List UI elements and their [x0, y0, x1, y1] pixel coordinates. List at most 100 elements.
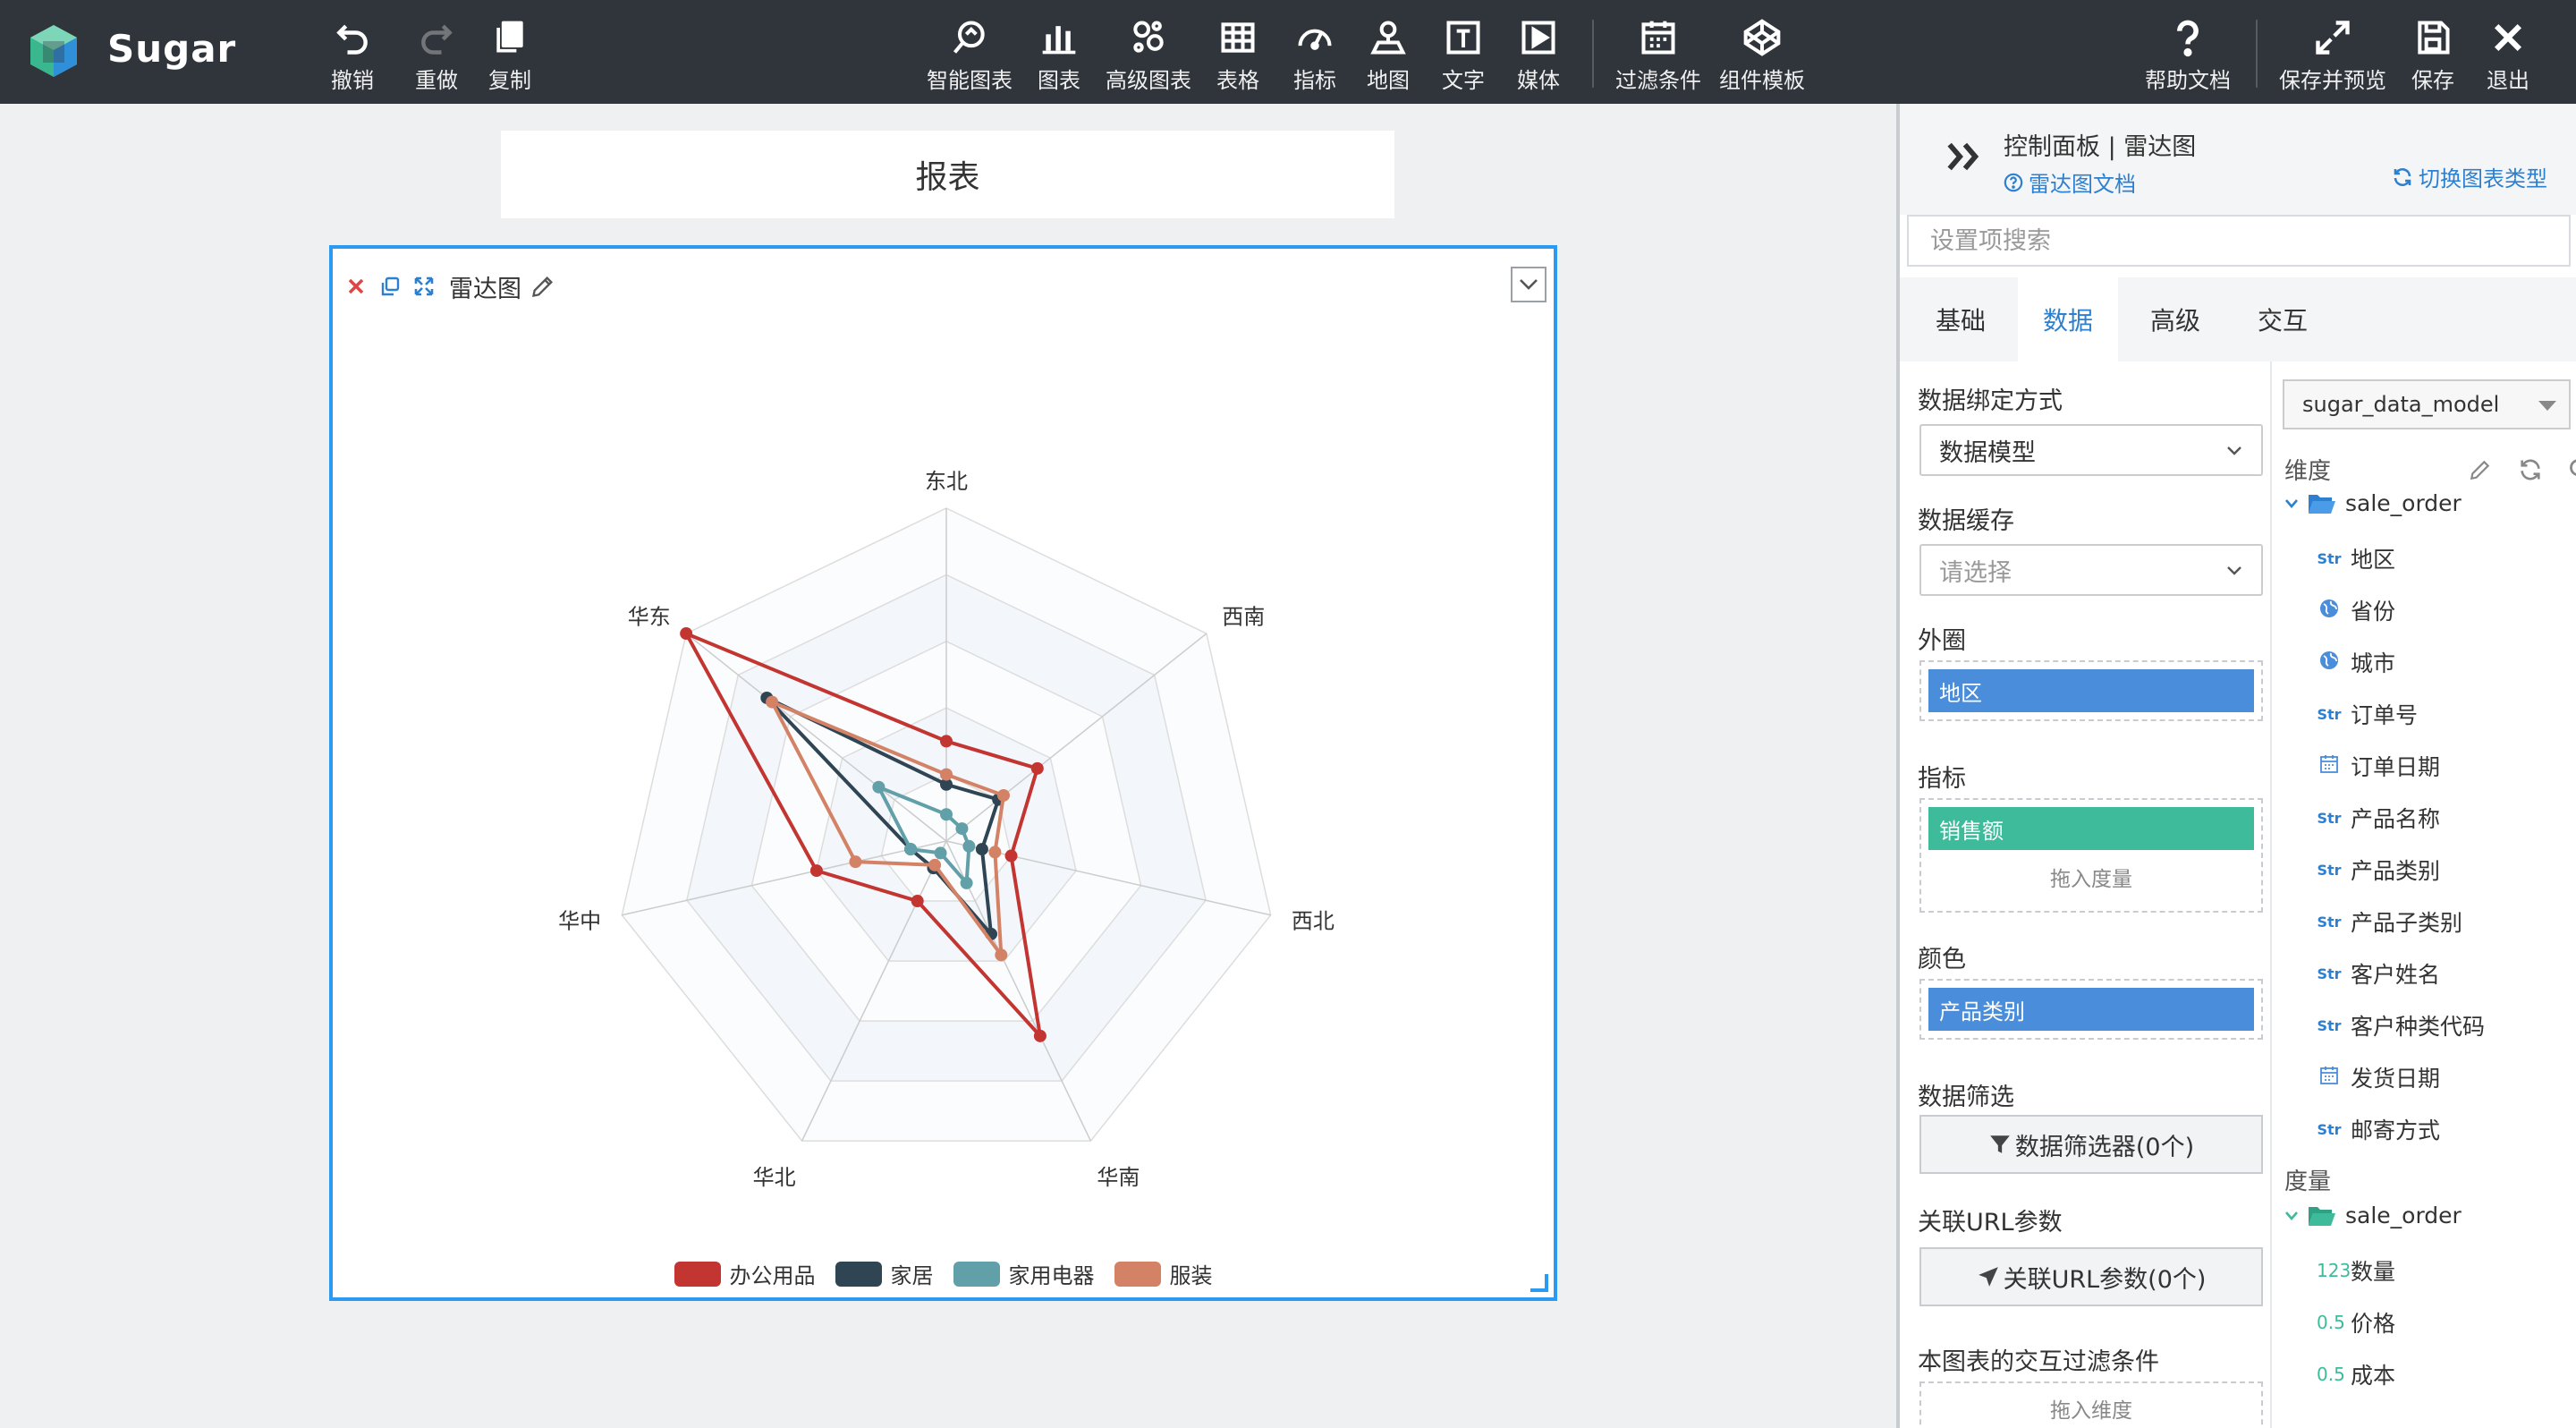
radar-doc-label: 雷达图文档 [2029, 172, 2136, 197]
radar-chart-widget[interactable]: 雷达图 东北 西南 西北 华南 华北 华中 华东 办公用品 家居 家用电器 服装 [329, 245, 1557, 1301]
measure-field[interactable]: 123 数量 [2317, 1254, 2395, 1287]
measure-folder-name: sale_order [2345, 1203, 2462, 1228]
dimension-field-name: 客户种类代码 [2351, 1014, 2486, 1040]
measure-folder[interactable]: sale_order [2284, 1203, 2462, 1228]
switch-chart-type-label: 切换图表类型 [2419, 166, 2547, 191]
advanced-chart-label: 高级图表 [1106, 68, 1191, 93]
smart-chart-label: 智能图表 [927, 68, 1013, 93]
dimension-field-name: 产品类别 [2351, 858, 2441, 884]
tab-data[interactable]: 数据 [2018, 277, 2118, 361]
string-type-icon: Str [2317, 913, 2342, 931]
color-dropzone[interactable]: 产品类别 [1919, 979, 2263, 1040]
text-button[interactable]: 文字 [1442, 18, 1485, 95]
interaction-dropzone[interactable]: 拖入维度 [1919, 1381, 2263, 1428]
search-icon[interactable] [2565, 455, 2576, 485]
collapse-panel-icon[interactable] [1943, 136, 1984, 177]
measure-field-name: 成本 [2351, 1363, 2396, 1389]
radar-data-point [872, 780, 886, 794]
map-button[interactable]: 地图 [1367, 18, 1410, 95]
settings-search-input[interactable] [1907, 215, 2571, 267]
data-filter-label: 数据筛选器(0个) [2014, 1133, 2195, 1161]
switch-chart-type-button[interactable]: 切换图表类型 [2392, 161, 2547, 192]
undo-button[interactable]: 撤销 [331, 18, 374, 95]
dimension-field[interactable]: 城市 [2317, 646, 2395, 678]
undo-icon [336, 24, 368, 55]
color-field-pill[interactable]: 产品类别 [1928, 988, 2254, 1031]
table-button[interactable]: 表格 [1216, 18, 1259, 95]
chart-label: 图表 [1038, 68, 1080, 93]
dimension-field[interactable]: 发货日期 [2317, 1061, 2440, 1093]
dimension-field[interactable]: 订单日期 [2317, 750, 2440, 782]
dimension-field[interactable]: 省份 [2317, 594, 2395, 626]
dimension-field[interactable]: Str 客户姓名 [2317, 957, 2440, 990]
copy-button[interactable]: 复制 [488, 18, 531, 95]
media-button[interactable]: 媒体 [1517, 18, 1560, 95]
dimension-folder[interactable]: sale_order [2284, 490, 2462, 516]
url-params-button[interactable]: 关联URL参数(0个) [1919, 1247, 2263, 1306]
help-doc-button[interactable]: 帮助文档 [2145, 18, 2231, 95]
chart-button[interactable]: 图表 [1038, 18, 1080, 95]
resize-handle[interactable] [1530, 1274, 1548, 1292]
chart-legend: 办公用品 家居 家用电器 服装 [333, 1258, 1554, 1289]
data-filter-button[interactable]: 数据筛选器(0个) [1919, 1115, 2263, 1174]
outer-ring-field-pill[interactable]: 地区 [1928, 669, 2254, 712]
exit-button[interactable]: 退出 [2487, 18, 2529, 95]
component-template-button[interactable]: 组件模板 [1719, 18, 1805, 95]
metric-field-pill[interactable]: 销售额 [1928, 807, 2254, 850]
radar-data-point [1030, 761, 1044, 775]
dimension-field-name: 地区 [2351, 547, 2396, 573]
text-label: 文字 [1442, 68, 1485, 93]
dimension-field[interactable]: Str 邮寄方式 [2317, 1113, 2440, 1145]
dimension-field[interactable]: Str 客户种类代码 [2317, 1009, 2485, 1041]
outer-ring-dropzone[interactable]: 地区 [1919, 660, 2263, 721]
tab-interaction[interactable]: 交互 [2233, 277, 2333, 361]
indicator-button[interactable]: 指标 [1293, 18, 1336, 95]
sugar-logo-icon [30, 25, 77, 77]
data-model-select[interactable]: sugar_data_model [2283, 379, 2571, 429]
redo-button[interactable]: 重做 [415, 18, 458, 95]
panel-title: 控制面板 | 雷达图 [2004, 133, 2197, 161]
legend-item[interactable]: 家居 [835, 1258, 934, 1289]
dimension-field[interactable]: Str 产品子类别 [2317, 905, 2462, 938]
dimension-field[interactable]: Str 产品类别 [2317, 854, 2440, 886]
tab-basic[interactable]: 基础 [1911, 277, 2011, 361]
save-button[interactable]: 保存 [2411, 18, 2454, 95]
globe-icon [2317, 598, 2342, 623]
save-preview-button[interactable]: 保存并预览 [2279, 18, 2386, 95]
data-settings: 数据绑定方式 数据模型 数据缓存 请选择 外圈 地区 指标 销售额 拖入度量 颜… [1907, 361, 2270, 1428]
refresh-icon[interactable] [2515, 455, 2546, 485]
measure-field-name: 数量 [2351, 1259, 2396, 1285]
binding-select[interactable]: 数据模型 [1919, 424, 2263, 476]
edit-icon[interactable] [2465, 455, 2496, 485]
map-pin-icon [1370, 21, 1406, 55]
copy-icon [496, 21, 523, 53]
undo-label: 撤销 [331, 68, 374, 93]
calendar-icon [2317, 1065, 2342, 1090]
measure-field[interactable]: 0.5 价格 [2317, 1306, 2395, 1339]
close-icon [2494, 23, 2522, 52]
measure-field[interactable]: 0.5 成本 [2317, 1358, 2395, 1390]
help-doc-label: 帮助文档 [2145, 68, 2231, 93]
color-label: 颜色 [1918, 946, 1966, 973]
exit-label: 退出 [2487, 68, 2529, 93]
radar-doc-link[interactable]: 雷达图文档 [2004, 166, 2136, 198]
metric-dropzone[interactable]: 销售额 拖入度量 [1919, 798, 2263, 913]
legend-item[interactable]: 服装 [1114, 1258, 1213, 1289]
report-title[interactable]: 报表 [501, 131, 1394, 218]
dimension-field[interactable]: Str 地区 [2317, 542, 2395, 574]
advanced-chart-button[interactable]: 高级图表 [1106, 18, 1191, 95]
dimension-field-name: 产品名称 [2351, 806, 2441, 832]
smart-chart-button[interactable]: 智能图表 [927, 18, 1013, 95]
legend-item[interactable]: 办公用品 [674, 1258, 816, 1289]
control-panel: 控制面板 | 雷达图 雷达图文档 切换图表类型 基础 数据 高级 交互 数据绑定… [1896, 104, 2576, 1428]
cache-select[interactable]: 请选择 [1919, 544, 2263, 596]
interaction-filter-label: 本图表的交互过滤条件 [1918, 1348, 2159, 1376]
toolbar-divider [1592, 20, 1594, 88]
legend-swatch [674, 1261, 721, 1287]
dimension-field[interactable]: Str 产品名称 [2317, 802, 2440, 834]
dimension-field-name: 订单号 [2351, 702, 2419, 728]
legend-item[interactable]: 家用电器 [953, 1258, 1095, 1289]
dimension-field[interactable]: Str 订单号 [2317, 698, 2418, 730]
tab-advanced[interactable]: 高级 [2125, 277, 2225, 361]
filter-button[interactable]: 过滤条件 [1615, 18, 1701, 95]
